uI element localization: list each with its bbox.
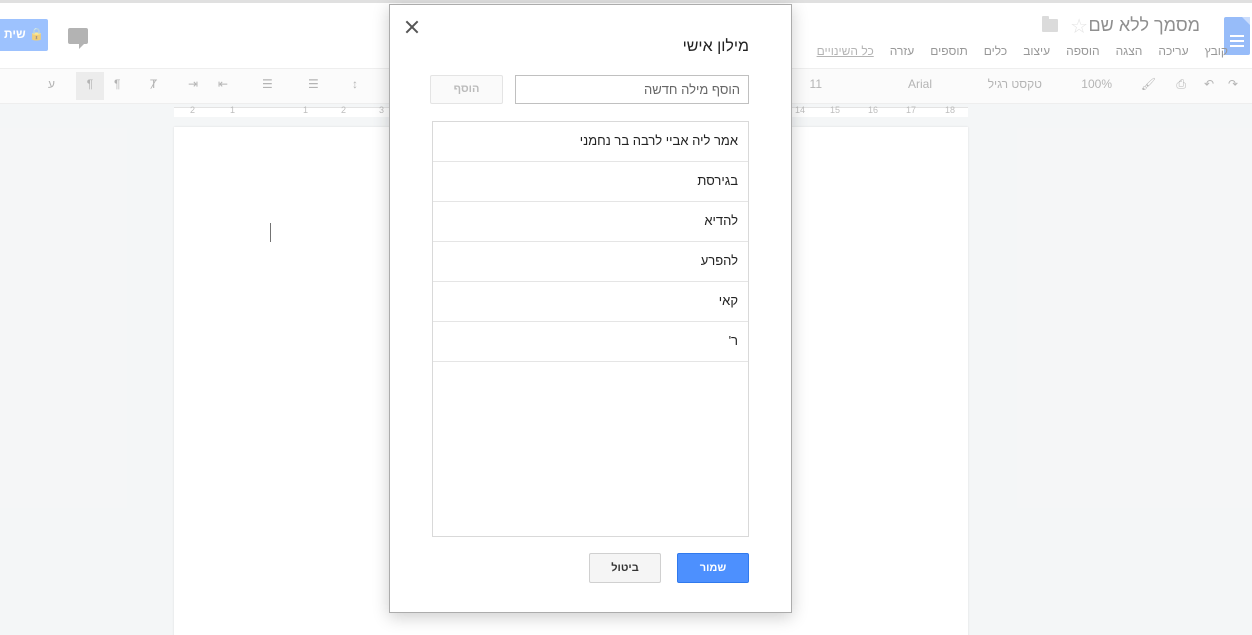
list-item[interactable]: להפרע: [433, 242, 748, 282]
new-word-input[interactable]: [515, 75, 749, 104]
list-item[interactable]: להדיא: [433, 202, 748, 242]
save-button[interactable]: שמור: [677, 553, 749, 583]
list-item[interactable]: קאי: [433, 282, 748, 322]
add-word-button[interactable]: הוסף: [430, 75, 503, 104]
dictionary-word-list[interactable]: אמר ליה אביי לרבה בר נחמני בגירסת להדיא …: [432, 121, 749, 537]
cancel-button[interactable]: ביטול: [589, 553, 661, 583]
list-item[interactable]: אמר ליה אביי לרבה בר נחמני: [433, 122, 748, 162]
list-item[interactable]: בגירסת: [433, 162, 748, 202]
personal-dictionary-dialog: מילון אישי הוסף אמר ליה אביי לרבה בר נחמ…: [389, 4, 792, 613]
list-item[interactable]: ר': [433, 322, 748, 362]
close-icon[interactable]: [404, 19, 420, 35]
dialog-title: מילון אישי: [682, 38, 749, 55]
